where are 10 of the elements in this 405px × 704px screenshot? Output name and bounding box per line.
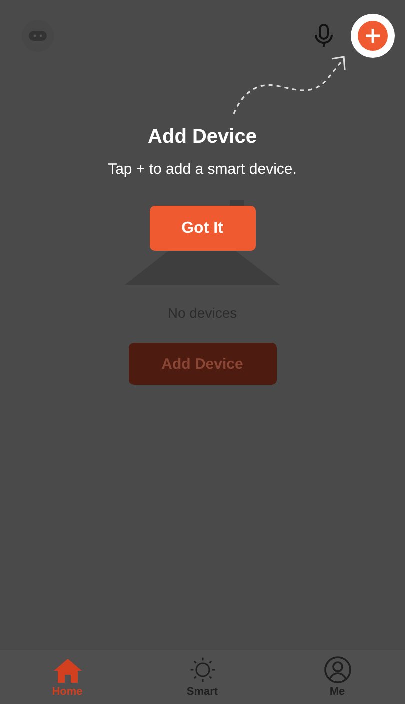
add-device-button[interactable]: Add Device [128,343,276,385]
plus-icon [358,21,388,51]
got-it-button[interactable]: Got It [150,206,256,251]
add-button[interactable] [351,14,395,58]
home-icon [52,658,82,684]
tab[interactable]: Home [42,650,93,698]
microphone-icon[interactable] [315,24,333,48]
user-icon [324,656,352,684]
coach-title: Add Device [148,126,257,149]
coach-message: Tap + to add a smart device. [108,161,297,178]
